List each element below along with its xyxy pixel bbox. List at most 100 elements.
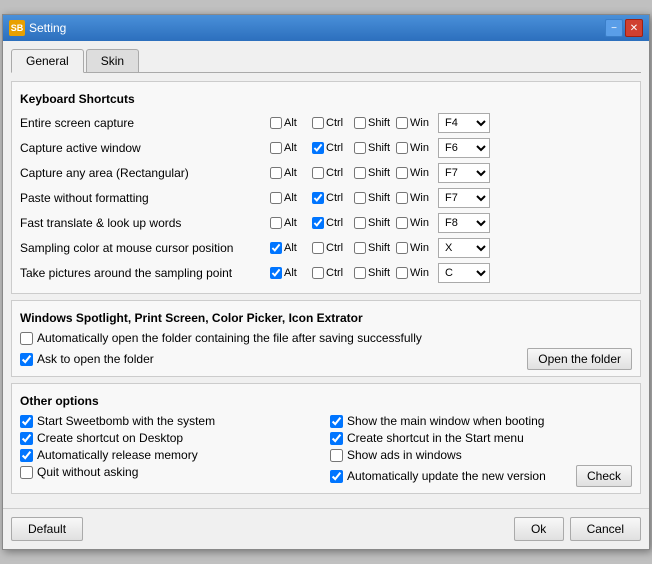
cb-quit-without[interactable]: [20, 466, 33, 479]
cb-shift-6[interactable]: [354, 242, 366, 254]
cb-shift-2[interactable]: [354, 142, 366, 154]
kb-label-translate: Fast translate & look up words: [20, 216, 270, 230]
cb-win-2[interactable]: [396, 142, 408, 154]
cb-win-4[interactable]: [396, 192, 408, 204]
mod-win-label-4: Win: [410, 192, 434, 204]
cb-ctrl-1[interactable]: [312, 117, 324, 129]
cb-main-window[interactable]: [330, 415, 343, 428]
spotlight-section: Windows Spotlight, Print Screen, Color P…: [11, 300, 641, 377]
other-left-0: Start Sweetbomb with the system: [20, 414, 322, 428]
other-grid: Start Sweetbomb with the system Create s…: [20, 414, 632, 487]
mod-alt-6: Alt: [270, 242, 308, 254]
kb-modifiers-2: Alt Ctrl Shift Win F6F1F2: [270, 138, 632, 158]
cb-alt-1[interactable]: [270, 117, 282, 129]
cb-shortcut-start[interactable]: [330, 432, 343, 445]
mod-ctrl-label-4: Ctrl: [326, 192, 350, 204]
check-button[interactable]: Check: [576, 465, 632, 487]
cb-show-ads[interactable]: [330, 449, 343, 462]
mod-ctrl-6: Ctrl: [312, 242, 350, 254]
kb-label-entire-screen: Entire screen capture: [20, 116, 270, 130]
default-button[interactable]: Default: [11, 517, 83, 541]
cb-ask-open[interactable]: [20, 353, 33, 366]
cb-shift-3[interactable]: [354, 167, 366, 179]
cb-release-memory[interactable]: [20, 449, 33, 462]
mod-alt-2: Alt: [270, 142, 308, 154]
open-folder-button[interactable]: Open the folder: [527, 348, 632, 370]
ok-button[interactable]: Ok: [514, 517, 564, 541]
cb-ctrl-5[interactable]: [312, 217, 324, 229]
tab-general[interactable]: General: [11, 49, 84, 73]
kb-label-rectangular: Capture any area (Rectangular): [20, 166, 270, 180]
mod-ctrl-label-1: Ctrl: [326, 117, 350, 129]
other-left-2: Automatically release memory: [20, 448, 322, 462]
kb-label-take-pictures: Take pictures around the sampling point: [20, 266, 270, 280]
cb-win-7[interactable]: [396, 267, 408, 279]
cb-shift-4[interactable]: [354, 192, 366, 204]
cb-win-1[interactable]: [396, 117, 408, 129]
cb-alt-7[interactable]: [270, 267, 282, 279]
mod-alt-3: Alt: [270, 167, 308, 179]
cb-win-6[interactable]: [396, 242, 408, 254]
key-select-7[interactable]: CABD: [438, 263, 490, 283]
other-right-2: Show ads in windows: [330, 448, 632, 462]
other-right-col: Show the main window when booting Create…: [330, 414, 632, 487]
key-select-4[interactable]: F7F1F2F3F4F5F6F8: [438, 188, 490, 208]
title-bar-left: SB Setting: [9, 20, 66, 36]
cb-alt-5[interactable]: [270, 217, 282, 229]
other-left-col: Start Sweetbomb with the system Create s…: [20, 414, 322, 487]
key-select-1[interactable]: F4F1F2F3F5F6F7F8: [438, 113, 490, 133]
cb-auto-open[interactable]: [20, 332, 33, 345]
cb-start-system[interactable]: [20, 415, 33, 428]
mod-shift-1: Shift: [354, 117, 392, 129]
minimize-button[interactable]: −: [605, 19, 623, 37]
cb-win-5[interactable]: [396, 217, 408, 229]
mod-win-label-3: Win: [410, 167, 434, 179]
cb-alt-3[interactable]: [270, 167, 282, 179]
cb-alt-2[interactable]: [270, 142, 282, 154]
cb-shift-1[interactable]: [354, 117, 366, 129]
mod-alt-label-5: Alt: [284, 217, 308, 229]
close-button[interactable]: ✕: [625, 19, 643, 37]
mod-shift-6: Shift: [354, 242, 392, 254]
label-release-memory: Automatically release memory: [37, 448, 198, 462]
cb-ctrl-2[interactable]: [312, 142, 324, 154]
mod-shift-label-1: Shift: [368, 117, 392, 129]
key-select-6[interactable]: XABCD: [438, 238, 490, 258]
auto-open-row: Automatically open the folder containing…: [20, 331, 632, 345]
other-right-1: Create shortcut in the Start menu: [330, 431, 632, 445]
cb-ctrl-3[interactable]: [312, 167, 324, 179]
cb-ctrl-6[interactable]: [312, 242, 324, 254]
other-section: Other options Start Sweetbomb with the s…: [11, 383, 641, 494]
kb-modifiers-6: Alt Ctrl Shift Win XABCD: [270, 238, 632, 258]
key-select-5[interactable]: F8F1F2F3F4F5F6F7: [438, 213, 490, 233]
cb-shortcut-desktop[interactable]: [20, 432, 33, 445]
main-window: SB Setting − ✕ General Skin Keyboard Sho…: [2, 14, 650, 550]
key-select-3[interactable]: F7F1F2F3F4F5F6F8: [438, 163, 490, 183]
cb-ctrl-7[interactable]: [312, 267, 324, 279]
mod-ctrl-label-2: Ctrl: [326, 142, 350, 154]
mod-shift-label-5: Shift: [368, 217, 392, 229]
mod-shift-5: Shift: [354, 217, 392, 229]
label-start-system: Start Sweetbomb with the system: [37, 414, 215, 428]
cb-shift-7[interactable]: [354, 267, 366, 279]
mod-ctrl-1: Ctrl: [312, 117, 350, 129]
mod-ctrl-3: Ctrl: [312, 167, 350, 179]
mod-shift-label-4: Shift: [368, 192, 392, 204]
mod-alt-7: Alt: [270, 267, 308, 279]
cb-win-3[interactable]: [396, 167, 408, 179]
cancel-button[interactable]: Cancel: [570, 517, 641, 541]
cb-ctrl-4[interactable]: [312, 192, 324, 204]
mod-ctrl-label-3: Ctrl: [326, 167, 350, 179]
kb-label-active-window: Capture active window: [20, 141, 270, 155]
cb-shift-5[interactable]: [354, 217, 366, 229]
cb-auto-update[interactable]: [330, 470, 343, 483]
key-select-2[interactable]: F6F1F2F3F4F5F7F8: [438, 138, 490, 158]
kb-modifiers-3: Alt Ctrl Shift Win F7F1F2: [270, 163, 632, 183]
cb-alt-4[interactable]: [270, 192, 282, 204]
tab-skin[interactable]: Skin: [86, 49, 139, 72]
window-title: Setting: [29, 21, 66, 35]
mod-ctrl-label-6: Ctrl: [326, 242, 350, 254]
cb-alt-6[interactable]: [270, 242, 282, 254]
mod-shift-2: Shift: [354, 142, 392, 154]
mod-alt-label-6: Alt: [284, 242, 308, 254]
